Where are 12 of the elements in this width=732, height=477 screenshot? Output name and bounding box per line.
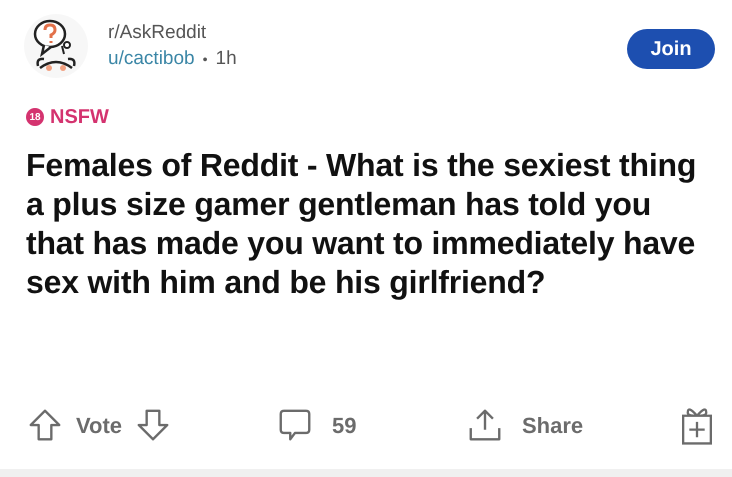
subreddit-name[interactable]: r/AskReddit (108, 20, 237, 46)
share-label[interactable]: Share (522, 408, 584, 442)
separator-dot: • (202, 50, 208, 69)
comment-count: 59 (332, 412, 356, 440)
post-title[interactable]: Females of Reddit - What is the sexiest thing a plus size gamer gentleman has told you that has made you want to immediately have sex with him and be his girlfriend? (0, 146, 732, 302)
post-age: 1h (216, 47, 237, 71)
subreddit-avatar-icon (24, 12, 88, 80)
nsfw-label: NSFW (50, 105, 109, 130)
vote-label: Vote (76, 412, 122, 440)
author-link[interactable]: u/cactibob (108, 46, 195, 72)
nsfw-badge-icon: 18 (26, 108, 44, 126)
join-button[interactable]: Join (627, 29, 715, 69)
